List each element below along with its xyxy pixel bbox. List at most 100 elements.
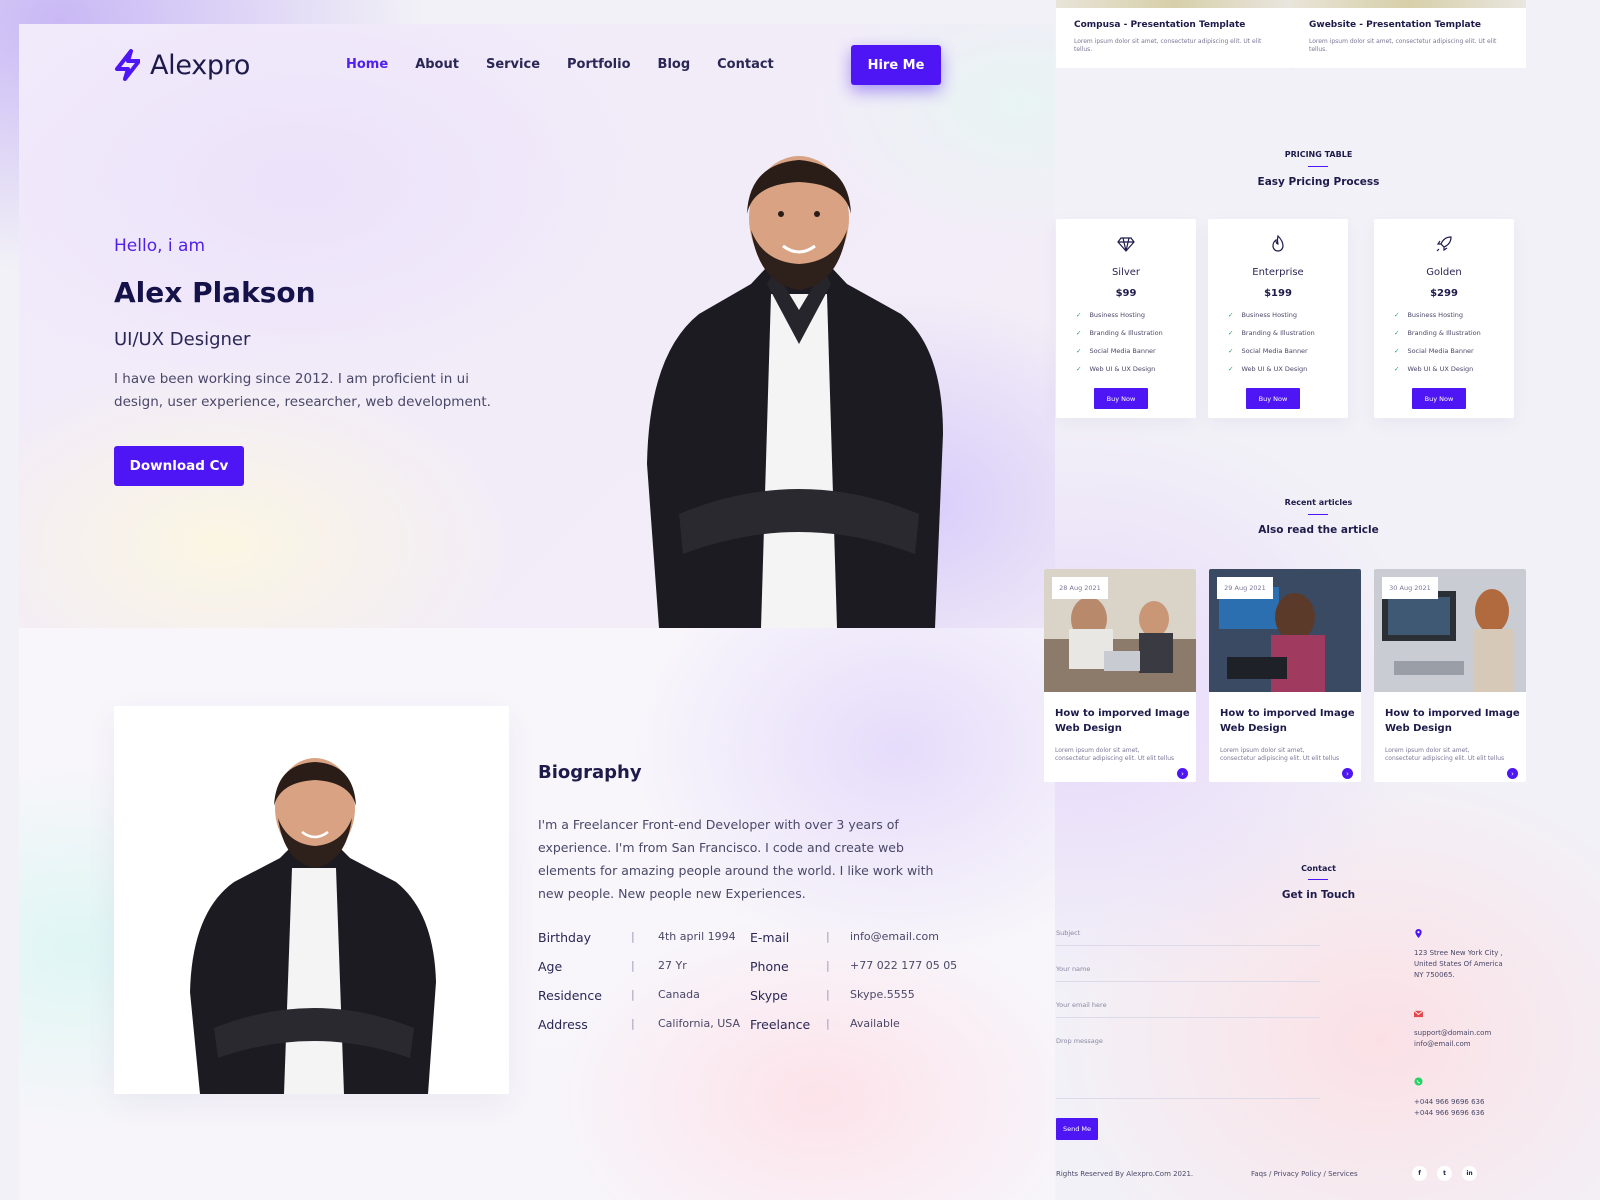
portfolio-card[interactable]: Gwebsite - Presentation Template Lorem i… (1291, 0, 1526, 68)
plan-feature: ✓ Web UI & UX Design (1076, 365, 1155, 373)
fact-value: info@email.com (850, 930, 939, 943)
nav-contact[interactable]: Contact (717, 57, 774, 72)
article-title[interactable]: How to imporved Image Web Design (1385, 706, 1525, 736)
buy-now-button[interactable]: Buy Now (1412, 388, 1466, 409)
fact-label: Birthday (538, 930, 592, 945)
landing-page-panel: Alexpro Home About Service Portfolio Blo… (19, 24, 1055, 1200)
article-card[interactable]: 30 Aug 2021 How to imporved Image Web De… (1374, 569, 1526, 782)
plan-feature-label: Business Hosting (1089, 311, 1146, 319)
bio-facts: Birthday | 4th april 1994 E-mail | info@… (538, 930, 958, 1046)
download-cv-button[interactable]: Download Cv (114, 446, 244, 486)
article-title[interactable]: How to imporved Image Web Design (1055, 706, 1195, 736)
flame-icon (1272, 235, 1284, 252)
subject-input[interactable]: Subject (1056, 929, 1320, 946)
contact-address: 123 Stree New York City , United States … (1414, 949, 1503, 979)
fact-label: Residence (538, 988, 602, 1003)
fact-row: Residence | Canada Skype | Skype.5555 (538, 988, 958, 1017)
plan-feature-label: Branding & Illustration (1089, 329, 1163, 337)
fact-label: Skype (750, 988, 788, 1003)
nav-home[interactable]: Home (346, 57, 388, 72)
contact-eyebrow: Contact (1301, 864, 1336, 873)
arrow-right-icon[interactable]: › (1507, 768, 1518, 779)
pricing-eyebrow: PRICING TABLE (1284, 150, 1353, 159)
location-pin-icon (1415, 929, 1422, 938)
article-card[interactable]: 29 Aug 2021 How to imporved Image Web De… (1209, 569, 1361, 782)
about-section: Biography I'm a Freelancer Front-end Dev… (19, 628, 1055, 1200)
plan-feature: ✓ Business Hosting (1228, 311, 1297, 319)
hero-name: Alex Plakson (114, 276, 316, 309)
hero-greeting: Hello, i am (114, 236, 206, 256)
plan-feature-label: Branding & Illustration (1241, 329, 1315, 337)
buy-now-button[interactable]: Buy Now (1246, 388, 1300, 409)
portfolio-thumbnail (1291, 0, 1526, 8)
pricing-card-silver: Silver $99 ✓ Business Hosting ✓ Branding &… (1056, 219, 1196, 418)
contact-underline (1308, 879, 1328, 880)
check-icon: ✓ (1076, 329, 1082, 337)
contact-emails: support@domain.com info@email.com (1414, 1029, 1492, 1048)
fact-label: Freelance (750, 1017, 811, 1032)
fact-label: Age (538, 959, 563, 974)
arrow-right-icon[interactable]: › (1342, 768, 1353, 779)
check-icon: ✓ (1076, 365, 1082, 373)
fact-separator: | (826, 959, 830, 972)
fact-value: Canada (658, 988, 700, 1001)
hero-portrait (647, 156, 943, 628)
article-title[interactable]: How to imporved Image Web Design (1220, 706, 1360, 736)
arrow-right-icon[interactable]: › (1177, 768, 1188, 779)
plan-price: $199 (1264, 288, 1292, 299)
fact-separator: | (631, 988, 635, 1001)
bio-portrait (190, 758, 436, 1094)
fact-value: Available (850, 1017, 900, 1030)
pricing-card-enterprise: Enterprise $199 ✓ Business Hosting ✓ Brand… (1208, 219, 1348, 418)
plan-feature: ✓ Web UI & UX Design (1228, 365, 1307, 373)
bio-title: Biography (538, 762, 642, 783)
buy-now-button[interactable]: Buy Now (1094, 388, 1148, 409)
hero-section: Alexpro Home About Service Portfolio Blo… (19, 24, 1055, 628)
nav-service[interactable]: Service (486, 57, 540, 72)
fact-label: E-mail (750, 930, 790, 945)
article-date: 29 Aug 2021 (1217, 577, 1273, 599)
hero-intro: I have been working since 2012. I am pro… (114, 371, 491, 410)
diamond-icon (1117, 237, 1135, 252)
message-textarea[interactable]: Drop message (1056, 1037, 1320, 1099)
plan-price: $299 (1430, 288, 1458, 299)
fact-label: Address (538, 1017, 588, 1032)
pricing-title: Easy Pricing Process (1257, 176, 1380, 188)
check-icon: ✓ (1394, 365, 1400, 373)
plan-feature-label: Social Media Banner (1241, 347, 1308, 355)
articles-eyebrow: Recent articles (1284, 498, 1353, 507)
footer-links[interactable]: Faqs / Privacy Policy / Services (1251, 1170, 1358, 1178)
mail-icon (1414, 1010, 1423, 1018)
fact-value: California, USA (658, 1017, 740, 1030)
twitter-icon[interactable]: t (1437, 1166, 1452, 1181)
plan-feature: ✓ Business Hosting (1394, 311, 1463, 319)
brand-logo[interactable]: Alexpro (114, 49, 250, 81)
facebook-icon[interactable]: f (1412, 1166, 1427, 1181)
article-desc: Lorem ipsum dolor sit amet, consectetur … (1220, 747, 1340, 762)
plan-feature-label: Web UI & UX Design (1241, 365, 1308, 373)
email-input[interactable]: Your email here (1056, 1001, 1320, 1018)
article-card[interactable]: 28 Aug 2021 How to imporved Image Web De… (1044, 569, 1196, 782)
plan-feature: ✓ Branding & Illustration (1394, 329, 1481, 337)
plan-feature: ✓ Branding & Illustration (1228, 329, 1315, 337)
check-icon: ✓ (1228, 329, 1234, 337)
linkedin-icon[interactable]: in (1462, 1166, 1477, 1181)
name-input[interactable]: Your name (1056, 965, 1320, 982)
fact-separator: | (826, 930, 830, 943)
portfolio-card-title: Compusa - Presentation Template (1074, 20, 1246, 30)
fact-row: Birthday | 4th april 1994 E-mail | info@… (538, 930, 958, 959)
check-icon: ✓ (1394, 329, 1400, 337)
send-button[interactable]: Send Me (1056, 1118, 1098, 1140)
plan-feature: ✓ Social Media Banner (1228, 347, 1308, 355)
nav-about[interactable]: About (415, 57, 459, 72)
portfolio-card[interactable]: Compusa - Presentation Template Lorem ip… (1056, 0, 1291, 68)
nav-portfolio[interactable]: Portfolio (567, 57, 631, 72)
contact-phones: +044 966 9696 636 +044 966 9696 636 (1414, 1098, 1485, 1117)
plan-name: Silver (1111, 267, 1141, 278)
hire-me-button[interactable]: Hire Me (851, 45, 941, 85)
check-icon: ✓ (1076, 311, 1082, 319)
plan-feature-label: Business Hosting (1241, 311, 1298, 319)
check-icon: ✓ (1394, 347, 1400, 355)
plan-feature-label: Web UI & UX Design (1407, 365, 1474, 373)
nav-blog[interactable]: Blog (658, 57, 691, 72)
